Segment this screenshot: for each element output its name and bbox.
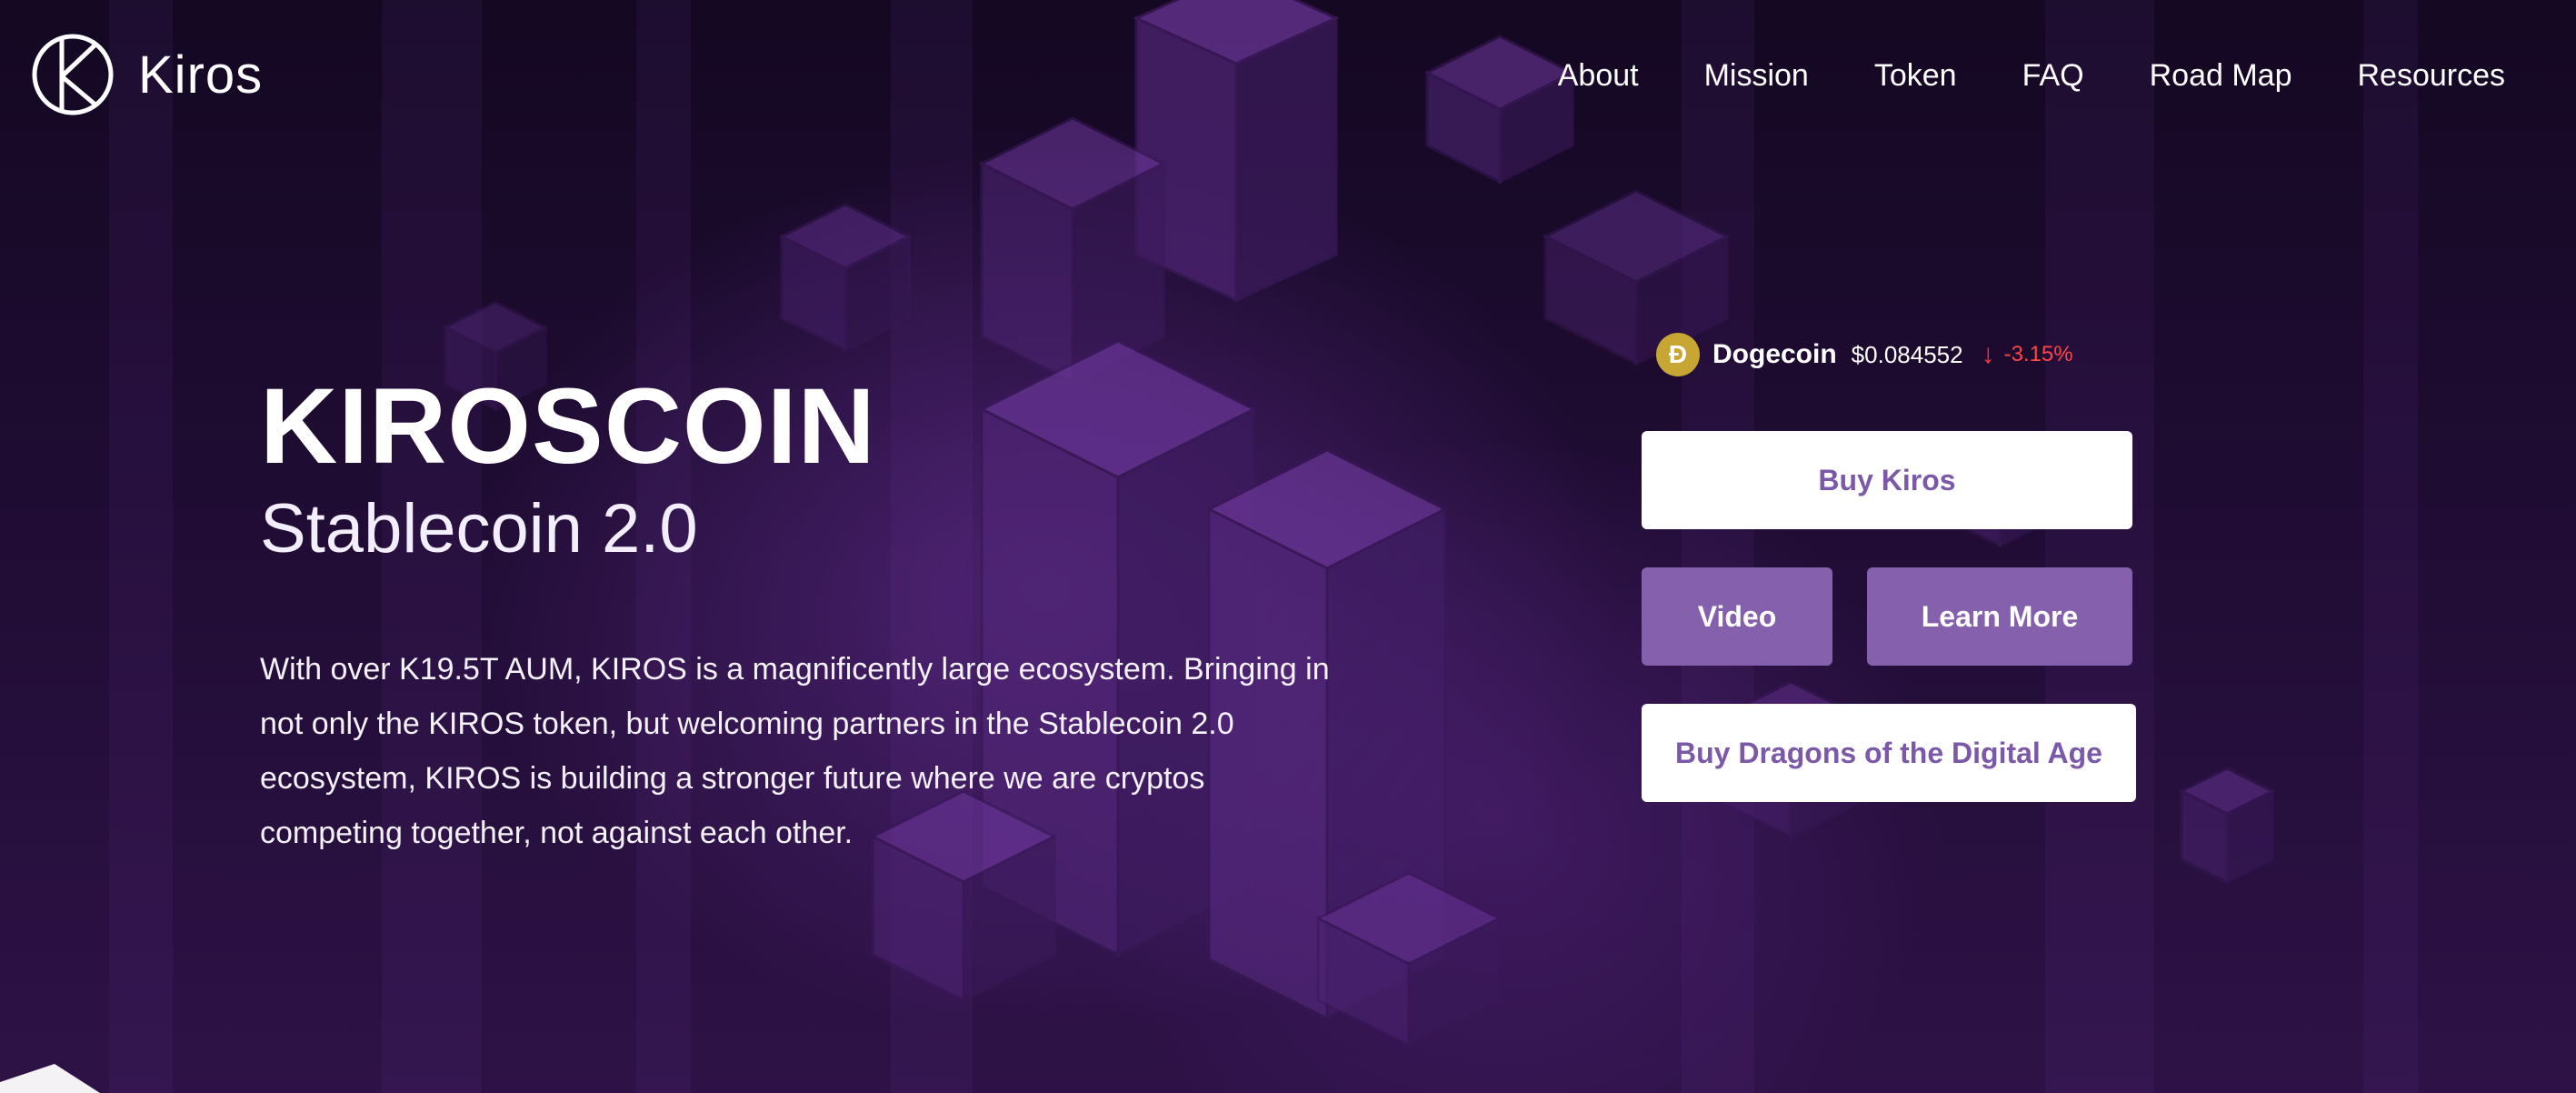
nav-road-map[interactable]: Road Map <box>2150 58 2292 94</box>
nav-token[interactable]: Token <box>1874 58 1957 94</box>
hero-section: KIROSCOIN Stablecoin 2.0 With over K19.5… <box>260 373 1369 891</box>
video-button[interactable]: Video <box>1642 567 1832 666</box>
hero-subtitle: Stablecoin 2.0 <box>260 490 698 567</box>
nav-about[interactable]: About <box>1558 58 1639 94</box>
coin-change: -3.15% <box>2003 342 2073 366</box>
hero-title: KIROSCOIN <box>260 366 876 486</box>
down-arrow-icon: ↓ <box>1981 339 1995 369</box>
nav-mission[interactable]: Mission <box>1704 58 1809 94</box>
coin-name: Dogecoin <box>1712 339 1837 369</box>
top-navigation-bar: Kiros About Mission Token FAQ Road Map R… <box>0 0 2576 155</box>
nav-resources[interactable]: Resources <box>2357 58 2505 94</box>
coin-price: $0.084552 <box>1851 340 1963 368</box>
buy-dragons-button[interactable]: Buy Dragons of the Digital Age <box>1642 704 2136 802</box>
learn-more-button[interactable]: Learn More <box>1867 567 2132 666</box>
buy-kiros-button[interactable]: Buy Kiros <box>1642 431 2132 529</box>
site-logo[interactable]: Kiros <box>31 33 263 116</box>
hero-description: With over K19.5T AUM, KIROS is a magnifi… <box>260 651 1330 850</box>
price-ticker: Đ Dogecoin $0.084552 ↓ -3.15% <box>1656 333 2073 376</box>
nav-faq[interactable]: FAQ <box>2022 58 2084 94</box>
dogecoin-icon: Đ <box>1656 333 1700 376</box>
logo-text: Kiros <box>138 45 264 105</box>
kiros-circle-logo-icon <box>32 34 114 115</box>
main-nav: About Mission Token FAQ Road Map Resourc… <box>1558 58 2505 94</box>
